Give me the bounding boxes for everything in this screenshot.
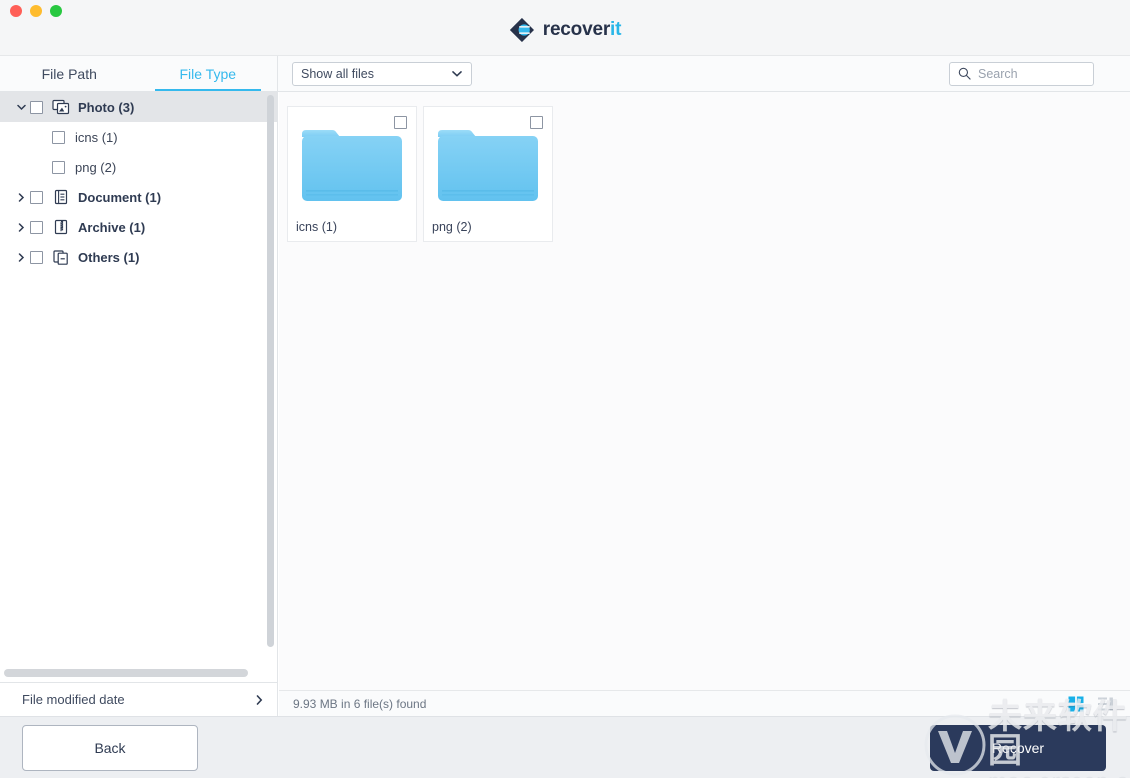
tree-checkbox-others[interactable]: [30, 250, 43, 264]
tree-node-others[interactable]: Others (1): [0, 242, 277, 272]
recoverit-diamond-icon: [509, 18, 534, 42]
chevron-right-icon[interactable]: [12, 212, 30, 242]
app-logo: recoverit: [0, 17, 1130, 43]
chevron-right-icon[interactable]: [12, 242, 30, 272]
file-grid: icns (1) png (2): [279, 92, 1130, 690]
app-logo-text: recoverit: [542, 19, 622, 41]
file-tile-name: png (2): [432, 220, 472, 234]
chevron-right-icon[interactable]: [256, 694, 263, 705]
title-bar: recoverit: [0, 0, 1130, 56]
tree-node-archive[interactable]: Archive (1): [0, 212, 277, 242]
sidebar: Photo (3) icns (1) png (2) Document (1) …: [0, 92, 278, 716]
recoverit-window: recoverit File Path File Type Show all f…: [0, 0, 1130, 778]
recover-button[interactable]: Recover: [930, 724, 1106, 771]
toolbar-right: Show all files Search: [278, 56, 1130, 91]
footer-bar: Back Recover: [0, 716, 1130, 778]
status-bar: 9.93 MB in 6 file(s) found: [279, 690, 1130, 716]
tree-node-png[interactable]: png (2): [0, 152, 277, 182]
tab-file-type-label: File Type: [179, 65, 237, 82]
tree-label-others: Others (1): [78, 249, 140, 265]
zoom-window-button[interactable]: [50, 5, 62, 17]
file-filter-dropdown[interactable]: Show all files: [292, 61, 472, 86]
file-type-tree: Photo (3) icns (1) png (2) Document (1) …: [0, 92, 277, 666]
chevron-down-icon: [452, 70, 462, 77]
view-toggle-group: [1068, 696, 1114, 712]
toolbar: File Path File Type Show all files Searc…: [0, 56, 1130, 92]
search-input[interactable]: Search: [949, 61, 1094, 86]
file-tile-checkbox[interactable]: [530, 116, 543, 129]
search-icon: [958, 67, 971, 80]
tree-checkbox-icns[interactable]: [52, 130, 65, 144]
tree-node-icns[interactable]: icns (1): [0, 122, 277, 152]
grid-view-icon[interactable]: [1068, 696, 1084, 712]
others-icon: [53, 250, 68, 265]
file-tile-name: icns (1): [296, 220, 337, 234]
chevron-right-icon[interactable]: [12, 182, 30, 212]
status-text: 9.93 MB in 6 file(s) found: [293, 696, 427, 711]
close-window-button[interactable]: [10, 5, 22, 17]
content-panel: icns (1) png (2) 9.93 MB in 6 file(s) fo…: [278, 92, 1130, 716]
file-tile-checkbox[interactable]: [394, 116, 407, 129]
tree-label-archive: Archive (1): [78, 219, 146, 235]
recover-button-label: Recover: [991, 739, 1045, 756]
tree-checkbox-archive[interactable]: [30, 220, 43, 234]
traffic-light-controls: [10, 5, 62, 17]
tree-label-photo: Photo (3): [78, 99, 135, 115]
tree-node-document[interactable]: Document (1): [0, 182, 277, 212]
search-placeholder: Search: [978, 66, 1018, 81]
tab-file-type[interactable]: File Type: [139, 56, 278, 91]
tab-file-path[interactable]: File Path: [0, 56, 139, 91]
logo-text-primary: recover: [542, 19, 611, 40]
tree-label-icns: icns (1): [75, 129, 118, 145]
tab-bar: File Path File Type: [0, 56, 278, 91]
photo-icon: [52, 99, 70, 115]
sidebar-vertical-scrollbar[interactable]: [267, 95, 274, 647]
file-modified-date-label: File modified date: [22, 692, 125, 707]
minimize-window-button[interactable]: [30, 5, 42, 17]
list-view-icon[interactable]: [1098, 696, 1114, 712]
folder-icon: [438, 130, 538, 201]
file-tile[interactable]: icns (1): [287, 106, 417, 242]
tab-file-path-label: File Path: [41, 65, 97, 82]
archive-icon: [54, 219, 68, 235]
tree-checkbox-png[interactable]: [52, 160, 65, 174]
logo-text-accent: it: [610, 19, 622, 40]
tree-checkbox-photo[interactable]: [30, 100, 43, 114]
file-filter-value: Show all files: [301, 66, 374, 81]
tree-label-document: Document (1): [78, 189, 162, 205]
tree-label-png: png (2): [75, 159, 117, 175]
back-button[interactable]: Back: [22, 724, 198, 771]
chevron-down-icon[interactable]: [12, 92, 30, 122]
sidebar-horizontal-scrollbar[interactable]: [4, 669, 248, 677]
main-body: Photo (3) icns (1) png (2) Document (1) …: [0, 92, 1130, 716]
tree-node-photo[interactable]: Photo (3): [0, 92, 277, 122]
back-button-label: Back: [94, 739, 126, 756]
tree-checkbox-document[interactable]: [30, 190, 43, 204]
document-icon: [54, 189, 68, 205]
file-tile[interactable]: png (2): [423, 106, 553, 242]
file-modified-date-row[interactable]: File modified date: [0, 682, 277, 716]
folder-icon: [302, 130, 402, 201]
sidebar-horizontal-scroll-track: [0, 666, 277, 682]
